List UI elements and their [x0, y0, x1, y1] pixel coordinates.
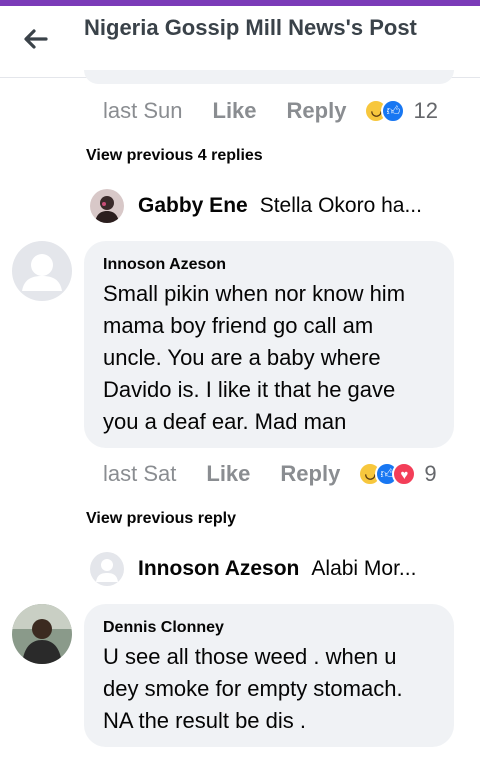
comment-bubble: Innoson Azeson Small pikin when nor know… — [84, 241, 454, 448]
page-title: Nigeria Gossip Mill News's Post — [84, 15, 417, 40]
comment-bubble: Dennis Clonney U see all those weed . wh… — [84, 604, 454, 747]
view-previous-reply-link[interactable]: View previous reply — [86, 510, 236, 528]
reply-preview: Alabi Mor... — [311, 557, 417, 580]
reply-author[interactable]: Gabby Ene — [138, 194, 248, 218]
reply-button[interactable]: Reply — [280, 461, 340, 487]
love-icon: ♥ — [392, 462, 417, 486]
collapsed-reply[interactable]: Innoson Azeson Alabi Mor... — [90, 549, 460, 589]
app-header: Nigeria Gossip Mill News's Post — [0, 6, 480, 78]
reply-button[interactable]: Reply — [287, 98, 347, 124]
comment-time: last Sat — [103, 461, 177, 486]
comment-time: last Sun — [103, 98, 183, 123]
comment-actions: last Sun Like Reply ◡ 👍︎ 12 — [103, 96, 438, 126]
reactions[interactable]: ◡ 👍︎ — [364, 99, 406, 123]
avatar[interactable] — [12, 604, 72, 664]
comment-text: U see all those weed . when u dey smoke … — [103, 644, 403, 733]
reply-preview: Stella Okoro ha... — [259, 194, 422, 217]
reactions[interactable]: ◡ 👍︎ ♥ — [358, 462, 417, 486]
like-icon: 👍︎ — [381, 99, 406, 123]
reply-author[interactable]: Innoson Azeson — [138, 557, 299, 581]
avatar[interactable] — [12, 241, 72, 301]
like-button[interactable]: Like — [206, 461, 250, 487]
collapsed-reply[interactable]: Gabby Ene Stella Okoro ha... — [90, 186, 460, 226]
reaction-count: 12 — [413, 98, 438, 123]
like-button[interactable]: Like — [213, 98, 257, 124]
avatar — [90, 552, 124, 586]
back-arrow-icon[interactable] — [20, 24, 50, 54]
comment-text: Small pikin when nor know him mama boy f… — [103, 281, 406, 434]
avatar — [90, 189, 124, 223]
reaction-count: 9 — [424, 461, 437, 486]
previous-comment-bubble — [84, 70, 454, 84]
view-previous-replies-link[interactable]: View previous 4 replies — [86, 147, 263, 165]
comment-author[interactable]: Dennis Clonney — [103, 617, 436, 639]
comment-author[interactable]: Innoson Azeson — [103, 254, 436, 276]
comment-actions: last Sat Like Reply ◡ 👍︎ ♥ 9 — [103, 459, 437, 489]
